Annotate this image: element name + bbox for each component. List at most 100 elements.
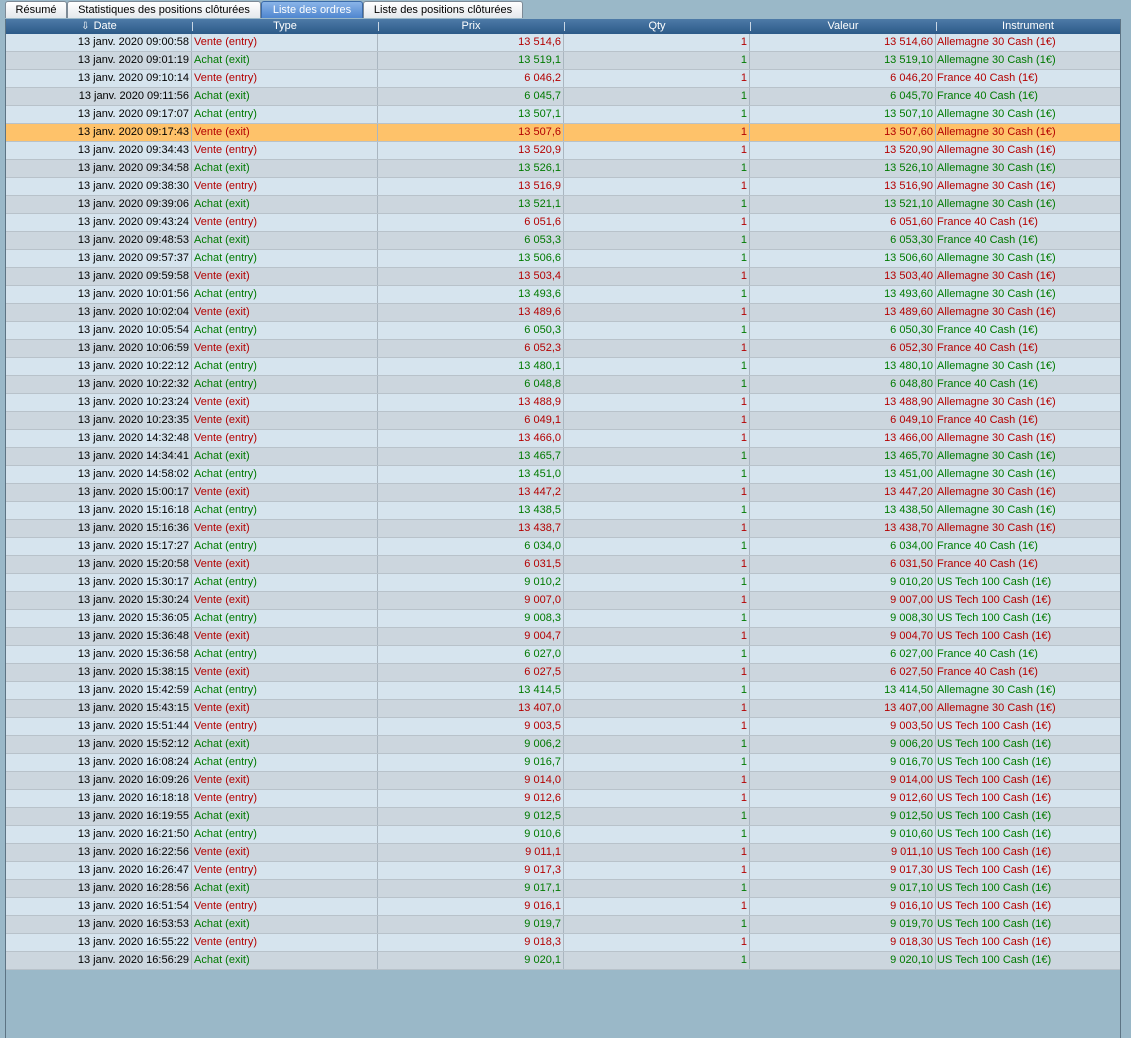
column-header-prix[interactable]: Prix (378, 19, 564, 34)
table-row[interactable]: 13 janv. 2020 09:17:07 Achat (entry) 13 50… (6, 106, 1120, 124)
table-row[interactable]: 13 janv. 2020 15:30:24 Vente (exit) 9 007,… (6, 592, 1120, 610)
table-row[interactable]: 13 janv. 2020 09:43:24 Vente (entry) 6 051… (6, 214, 1120, 232)
cell-prix: 6 051,6 (378, 214, 564, 231)
table-row[interactable]: 13 janv. 2020 16:08:24 Achat (entry) 9 016… (6, 754, 1120, 772)
table-row[interactable]: 13 janv. 2020 15:16:36 Vente (exit) 13 438… (6, 520, 1120, 538)
table-row[interactable]: 13 janv. 2020 15:43:15 Vente (exit) 13 407… (6, 700, 1120, 718)
cell-prix: 13 414,5 (378, 682, 564, 699)
tab-resume[interactable]: Résumé (5, 1, 67, 18)
table-row[interactable]: 13 janv. 2020 16:22:56 Vente (exit) 9 011,… (6, 844, 1120, 862)
cell-instrument: Allemagne 30 Cash (1€) (937, 270, 1056, 282)
table-row[interactable]: 13 janv. 2020 09:11:56 Achat (exit) 6 045,… (6, 88, 1120, 106)
table-row[interactable]: 13 janv. 2020 10:23:35 Vente (exit) 6 049,… (6, 412, 1120, 430)
cell-type: Achat (entry) (192, 610, 378, 627)
cell-prix: 13 466,0 (378, 430, 564, 447)
table-row[interactable]: 13 janv. 2020 15:20:58 Vente (exit) 6 031,… (6, 556, 1120, 574)
tab-bar: Résumé Statistiques des positions clôtur… (0, 0, 1131, 19)
table-row[interactable]: 13 janv. 2020 16:21:50 Achat (entry) 9 010… (6, 826, 1120, 844)
table-row[interactable]: 13 janv. 2020 16:53:53 Achat (exit) 9 019,… (6, 916, 1120, 934)
cell-type: Achat (exit) (192, 736, 378, 753)
table-row[interactable]: 13 janv. 2020 09:34:43 Vente (entry) 13 52… (6, 142, 1120, 160)
table-row[interactable]: 13 janv. 2020 15:00:17 Vente (exit) 13 447… (6, 484, 1120, 502)
table-row[interactable]: 13 janv. 2020 15:36:05 Achat (entry) 9 008… (6, 610, 1120, 628)
table-row[interactable]: 13 janv. 2020 16:56:29 Achat (exit) 9 020,… (6, 952, 1120, 970)
cell-valeur: 13 489,60 (750, 304, 936, 321)
cell-valeur: 13 516,90 (750, 178, 936, 195)
table-row[interactable]: 13 janv. 2020 10:01:56 Achat (entry) 13 49… (6, 286, 1120, 304)
table-row[interactable]: 13 janv. 2020 09:01:19 Achat (exit) 13 519… (6, 52, 1120, 70)
table-row[interactable]: 13 janv. 2020 10:22:32 Achat (entry) 6 048… (6, 376, 1120, 394)
table-row[interactable]: 13 janv. 2020 15:38:15 Vente (exit) 6 027,… (6, 664, 1120, 682)
table-row[interactable]: 13 janv. 2020 09:00:58 Vente (entry) 13 51… (6, 34, 1120, 52)
table-row[interactable]: 13 janv. 2020 14:34:41 Achat (exit) 13 465… (6, 448, 1120, 466)
table-row[interactable]: 13 janv. 2020 16:19:55 Achat (exit) 9 012,… (6, 808, 1120, 826)
tab-positions-cloturees[interactable]: Liste des positions clôturées (363, 1, 523, 18)
cell-qty: 1 (564, 214, 750, 231)
column-header-date[interactable]: ⇩ Date (6, 19, 192, 34)
table-row[interactable]: 13 janv. 2020 09:57:37 Achat (entry) 13 50… (6, 250, 1120, 268)
cell-type: Vente (exit) (192, 772, 378, 789)
column-header-instrument[interactable]: Instrument (936, 19, 1120, 34)
cell-qty: 1 (564, 178, 750, 195)
cell-prix: 9 014,0 (378, 772, 564, 789)
cell-qty: 1 (564, 736, 750, 753)
table-row[interactable]: 13 janv. 2020 15:17:27 Achat (entry) 6 034… (6, 538, 1120, 556)
table-row[interactable]: 13 janv. 2020 15:16:18 Achat (entry) 13 43… (6, 502, 1120, 520)
table-row[interactable]: 13 janv. 2020 16:09:26 Vente (exit) 9 014,… (6, 772, 1120, 790)
cell-instrument: US Tech 100 Cash (1€) (937, 936, 1052, 948)
cell-qty: 1 (564, 844, 750, 861)
table-row[interactable]: 13 janv. 2020 15:42:59 Achat (entry) 13 41… (6, 682, 1120, 700)
table-row[interactable]: 13 janv. 2020 16:18:18 Vente (entry) 9 012… (6, 790, 1120, 808)
cell-type: Achat (exit) (192, 88, 378, 105)
cell-type: Achat (entry) (192, 466, 378, 483)
table-row[interactable]: 13 janv. 2020 15:30:17 Achat (entry) 9 010… (6, 574, 1120, 592)
column-header-valeur[interactable]: Valeur (750, 19, 936, 34)
table-row[interactable]: 13 janv. 2020 15:52:12 Achat (exit) 9 006,… (6, 736, 1120, 754)
table-row[interactable]: 13 janv. 2020 15:51:44 Vente (entry) 9 003… (6, 718, 1120, 736)
cell-qty: 1 (564, 646, 750, 663)
table-row[interactable]: 13 janv. 2020 09:38:30 Vente (entry) 13 51… (6, 178, 1120, 196)
cell-valeur: 9 007,00 (750, 592, 936, 609)
cell-instrument: Allemagne 30 Cash (1€) (937, 486, 1056, 498)
table-row[interactable]: 13 janv. 2020 10:23:24 Vente (exit) 13 488… (6, 394, 1120, 412)
tab-liste-ordres[interactable]: Liste des ordres (261, 1, 363, 18)
table-row[interactable]: 13 janv. 2020 09:10:14 Vente (entry) 6 046… (6, 70, 1120, 88)
table-row[interactable]: 13 janv. 2020 09:34:58 Achat (exit) 13 526… (6, 160, 1120, 178)
table-row[interactable]: 13 janv. 2020 09:48:53 Achat (exit) 6 053,… (6, 232, 1120, 250)
table-row[interactable]: 13 janv. 2020 10:02:04 Vente (exit) 13 489… (6, 304, 1120, 322)
table-row[interactable]: 13 janv. 2020 15:36:48 Vente (exit) 9 004,… (6, 628, 1120, 646)
table-row[interactable]: 13 janv. 2020 16:55:22 Vente (entry) 9 018… (6, 934, 1120, 952)
cell-date: 13 janv. 2020 15:30:24 (6, 592, 192, 609)
table-row[interactable]: 13 janv. 2020 10:06:59 Vente (exit) 6 052,… (6, 340, 1120, 358)
cell-qty: 1 (564, 142, 750, 159)
table-row[interactable]: 13 janv. 2020 09:17:43 Vente (exit) 13 507… (6, 124, 1120, 142)
cell-prix: 13 519,1 (378, 52, 564, 69)
table-row[interactable]: 13 janv. 2020 09:39:06 Achat (exit) 13 521… (6, 196, 1120, 214)
cell-instrument: France 40 Cash (1€) (937, 234, 1038, 246)
table-row[interactable]: 13 janv. 2020 16:51:54 Vente (entry) 9 016… (6, 898, 1120, 916)
cell-instrument: US Tech 100 Cash (1€) (937, 828, 1052, 840)
table-row[interactable]: 13 janv. 2020 15:36:58 Achat (entry) 6 027… (6, 646, 1120, 664)
table-row[interactable]: 13 janv. 2020 14:32:48 Vente (entry) 13 46… (6, 430, 1120, 448)
cell-instrument: US Tech 100 Cash (1€) (937, 810, 1052, 822)
cell-instrument: France 40 Cash (1€) (937, 540, 1038, 552)
table-row[interactable]: 13 janv. 2020 16:28:56 Achat (exit) 9 017,… (6, 880, 1120, 898)
cell-prix: 9 003,5 (378, 718, 564, 735)
cell-prix: 13 520,9 (378, 142, 564, 159)
cell-instrument: France 40 Cash (1€) (937, 72, 1038, 84)
cell-instrument: Allemagne 30 Cash (1€) (937, 684, 1056, 696)
table-row[interactable]: 13 janv. 2020 14:58:02 Achat (entry) 13 45… (6, 466, 1120, 484)
cell-instrument: Allemagne 30 Cash (1€) (937, 702, 1056, 714)
cell-valeur: 13 407,00 (750, 700, 936, 717)
sort-down-icon: ⇩ (81, 21, 90, 32)
cell-type: Vente (entry) (192, 898, 378, 915)
table-row[interactable]: 13 janv. 2020 09:59:58 Vente (exit) 13 503… (6, 268, 1120, 286)
column-header-type[interactable]: Type (192, 19, 378, 34)
table-row[interactable]: 13 janv. 2020 16:26:47 Vente (entry) 9 017… (6, 862, 1120, 880)
cell-type: Achat (exit) (192, 880, 378, 897)
cell-type: Vente (exit) (192, 484, 378, 501)
table-row[interactable]: 13 janv. 2020 10:05:54 Achat (entry) 6 050… (6, 322, 1120, 340)
tab-statistiques[interactable]: Statistiques des positions clôturées (67, 1, 261, 18)
column-header-qty[interactable]: Qty (564, 19, 750, 34)
table-row[interactable]: 13 janv. 2020 10:22:12 Achat (entry) 13 48… (6, 358, 1120, 376)
